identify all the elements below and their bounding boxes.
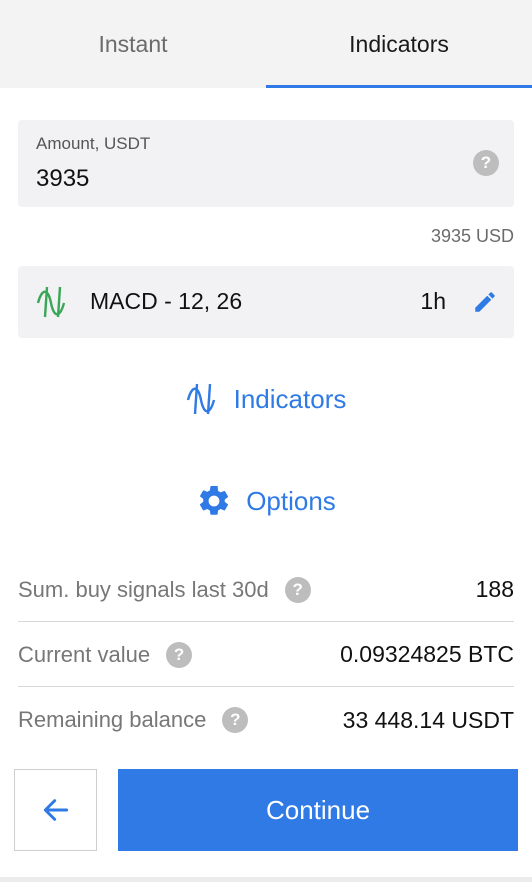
help-icon[interactable]: ? <box>473 150 499 176</box>
tab-instant[interactable]: Instant <box>0 0 266 88</box>
stat-label: Remaining balance <box>18 707 207 732</box>
help-icon[interactable]: ? <box>222 707 249 733</box>
amount-field[interactable]: Amount, USDT ? <box>18 120 514 207</box>
arrow-left-icon <box>43 799 68 821</box>
bottom-divider <box>0 877 532 882</box>
indicators-button[interactable]: Indicators <box>0 378 532 420</box>
wave-icon <box>186 383 215 415</box>
stat-row-current-value: Current value ? 0.09324825 BTC <box>18 623 514 687</box>
stat-value: 33 448.14 USDT <box>342 706 514 733</box>
indicator-name: MACD - 12, 26 <box>90 288 243 314</box>
continue-button[interactable]: Continue <box>118 769 518 851</box>
amount-label: Amount, USDT <box>36 134 151 153</box>
indicators-button-label: Indicators <box>233 383 347 414</box>
stat-value: 0.09324825 BTC <box>340 641 514 667</box>
amount-input[interactable] <box>36 165 436 193</box>
options-button-label: Options <box>246 485 336 516</box>
usd-equivalent: 3935 USD <box>430 226 514 246</box>
stat-label: Current value <box>18 641 151 667</box>
wave-icon <box>36 286 66 318</box>
options-button[interactable]: Options <box>0 480 532 522</box>
tab-bar: Instant Indicators <box>0 0 532 88</box>
selected-indicator-row[interactable]: MACD - 12, 26 1h <box>18 266 514 338</box>
back-button[interactable] <box>14 769 97 851</box>
stat-label: Sum. buy signals last 30d <box>18 576 269 602</box>
help-icon[interactable]: ? <box>166 641 193 668</box>
stat-row-remaining-balance: Remaining balance ? 33 448.14 USDT <box>18 688 514 752</box>
stat-row-buy-signals: Sum. buy signals last 30d ? 188 <box>18 558 514 622</box>
indicator-timeframe: 1h <box>420 288 446 314</box>
stat-value: 188 <box>475 576 514 602</box>
pencil-icon[interactable] <box>472 289 498 315</box>
gear-icon <box>200 485 229 515</box>
help-icon[interactable]: ? <box>284 576 311 603</box>
tab-indicators[interactable]: Indicators <box>266 0 532 88</box>
